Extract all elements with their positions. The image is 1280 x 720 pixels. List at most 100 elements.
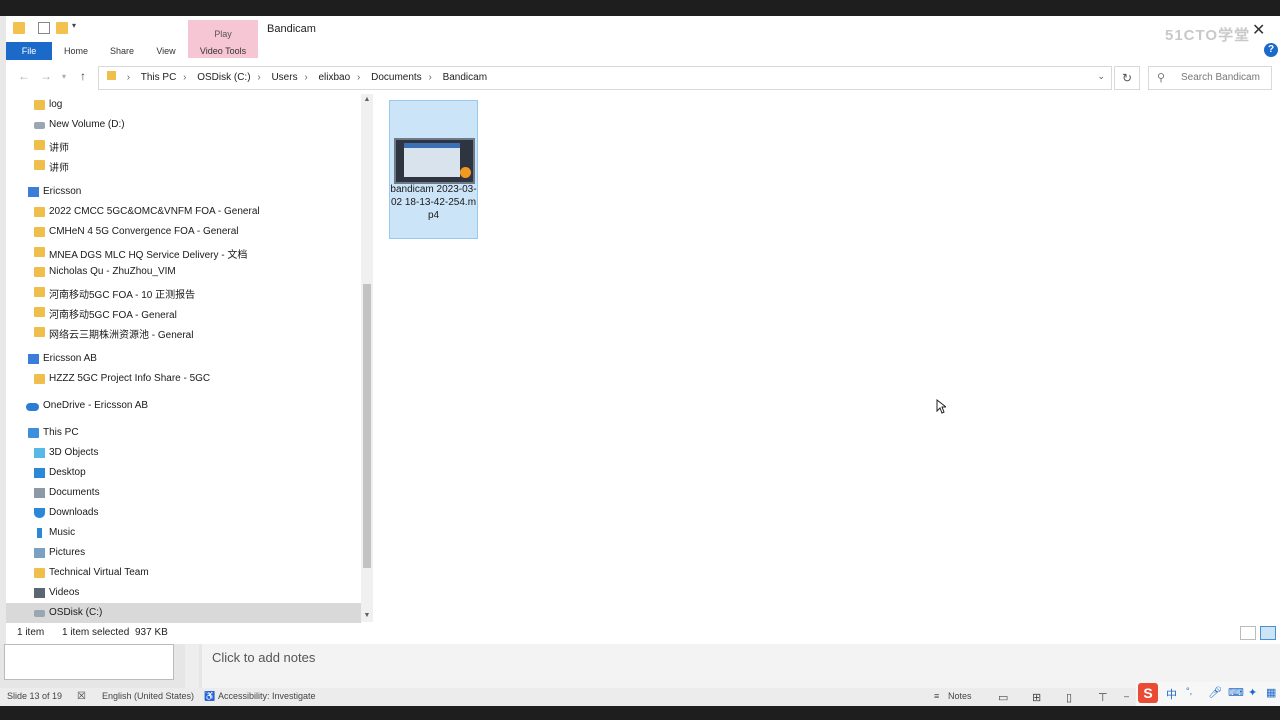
nav-item-videos[interactable]: Videos	[6, 583, 361, 603]
folder-icon	[34, 568, 45, 578]
scroll-down-icon[interactable]: ▼	[361, 610, 373, 622]
tab-file[interactable]: File	[6, 42, 52, 60]
customize-toolbar-icon[interactable]: ▾	[72, 21, 76, 30]
up-arrow-icon[interactable]: ↑	[80, 69, 86, 83]
slideshow-icon[interactable]: ⊤	[1098, 691, 1108, 704]
notes-input[interactable]: Click to add notes	[202, 644, 1280, 688]
nav-item-downloads[interactable]: Downloads	[6, 503, 361, 523]
normal-view-icon[interactable]: ▭	[998, 691, 1008, 704]
nav-item-cloud-pool[interactable]: 网络云三期株洲资源池 - General	[6, 322, 361, 342]
nav-item-lecturer-2[interactable]: 讲师	[6, 155, 361, 175]
address-bar[interactable]: › This PC › OSDisk (C:) › Users › elixba…	[98, 66, 1112, 90]
nav-item-henan-general[interactable]: 河南移动5GC FOA - General	[6, 302, 361, 322]
nav-item-mnea-dgs[interactable]: MNEA DGS MLC HQ Service Delivery - 文档	[6, 242, 361, 262]
videos-icon	[34, 588, 45, 598]
recent-locations-icon[interactable]: ▾	[62, 72, 66, 81]
close-icon[interactable]: ✕	[1252, 20, 1265, 40]
sogou-ime-icon[interactable]: S	[1138, 683, 1158, 703]
nav-item-label: OneDrive - Ericsson AB	[43, 400, 149, 411]
nav-item-technical-virtual-team[interactable]: Technical Virtual Team	[6, 563, 361, 583]
nav-item-cmcc-foa[interactable]: 2022 CMCC 5GC&OMC&VNFM FOA - General	[6, 202, 361, 222]
nav-item-log[interactable]: log	[6, 95, 361, 115]
nav-item-label: Downloads	[49, 507, 99, 518]
reading-view-icon[interactable]: ▯	[1066, 691, 1072, 704]
keyboard-icon[interactable]: ⌨	[1228, 686, 1244, 699]
nav-item-nicholas-qu[interactable]: Nicholas Qu - ZhuZhou_VIM	[6, 262, 361, 282]
tab-share[interactable]: Share	[102, 42, 142, 60]
breadcrumb-users[interactable]: Users	[271, 72, 297, 83]
breadcrumb-documents[interactable]: Documents	[371, 72, 422, 83]
slide-sorter-icon[interactable]: ⊞	[1032, 691, 1041, 704]
folder-icon	[13, 22, 25, 34]
chevron-down-icon[interactable]: ⌄	[1097, 71, 1105, 82]
nav-item-this-pc[interactable]: This PC	[6, 423, 361, 443]
nav-item-music[interactable]: Music	[6, 523, 361, 543]
accessibility-icon: ♿	[204, 691, 216, 701]
nav-item-label: Ericsson	[43, 186, 82, 197]
breadcrumb-elixbao[interactable]: elixbao	[318, 72, 350, 83]
nav-item-henan-report[interactable]: 河南移动5GC FOA - 10 正测报告	[6, 282, 361, 302]
thumbnail-scrollbar[interactable]	[185, 644, 199, 688]
nav-item-label: Videos	[49, 587, 80, 598]
tab-home[interactable]: Home	[56, 42, 96, 60]
spell-check-icon[interactable]: ☒	[77, 691, 86, 702]
tab-view[interactable]: View	[146, 42, 186, 60]
file-item[interactable]: bandicam 2023-03-02 18-13-42-254.mp4	[389, 100, 478, 239]
nav-item-label: Pictures	[49, 547, 86, 558]
breadcrumb-bandicam[interactable]: Bandicam	[443, 72, 487, 83]
music-icon	[37, 528, 42, 538]
nav-item-osdisk[interactable]: OSDisk (C:)	[6, 603, 361, 623]
slide-info: Slide 13 of 19	[7, 691, 63, 701]
breadcrumb-this-pc[interactable]: This PC	[141, 72, 177, 83]
nav-item-hzzz-5gc[interactable]: HZZZ 5GC Project Info Share - 5GC	[6, 369, 361, 389]
scrollbar-thumb[interactable]	[363, 284, 371, 568]
slide-thumbnail[interactable]	[4, 644, 174, 680]
zoom-out-icon[interactable]: –	[1124, 691, 1129, 701]
desktop-icon	[34, 468, 45, 478]
nav-item-label: Ericsson AB	[43, 353, 97, 364]
folder-icon	[34, 374, 45, 384]
cloud-icon	[26, 403, 39, 411]
folder-icon	[34, 140, 45, 150]
details-view-icon[interactable]	[1240, 626, 1256, 640]
breadcrumb-osdisk[interactable]: OSDisk (C:)	[197, 72, 250, 83]
folder-icon	[34, 307, 45, 317]
search-input[interactable]: ⚲ Search Bandicam	[1148, 66, 1272, 90]
tab-video-tools[interactable]: Video Tools	[192, 42, 254, 60]
nav-item-documents[interactable]: Documents	[6, 483, 361, 503]
notes-button[interactable]: Notes	[948, 691, 972, 701]
new-folder-icon[interactable]	[56, 22, 68, 34]
nav-item-label: 河南移动5GC FOA - 10 正测报告	[49, 290, 196, 301]
microphone-icon[interactable]: 🎤︎	[1208, 686, 1222, 699]
mouse-cursor-icon	[936, 399, 946, 414]
nav-item-ericsson[interactable]: Ericsson	[6, 182, 361, 202]
refresh-icon[interactable]: ↻	[1114, 66, 1140, 90]
toolbox-icon[interactable]: ▦	[1266, 686, 1276, 699]
scroll-up-icon[interactable]: ▲	[361, 94, 373, 106]
help-icon[interactable]: ?	[1264, 43, 1278, 57]
navigation-scrollbar[interactable]: ▲ ▼	[361, 94, 373, 622]
nav-item-pictures[interactable]: Pictures	[6, 543, 361, 563]
forward-arrow-icon[interactable]: →	[40, 69, 52, 83]
nav-item-desktop[interactable]: Desktop	[6, 463, 361, 483]
nav-item-ericsson-ab[interactable]: Ericsson AB	[6, 349, 361, 369]
accessibility-status[interactable]: Accessibility: Investigate	[218, 691, 316, 701]
chevron-right-icon: ›	[183, 72, 187, 83]
nav-item-lecturer[interactable]: 讲师	[6, 135, 361, 155]
properties-icon[interactable]	[38, 22, 50, 34]
skin-icon[interactable]: ✦	[1248, 686, 1257, 699]
nav-item-label: 3D Objects	[49, 447, 99, 458]
language-label[interactable]: English (United States)	[102, 691, 194, 701]
ime-mode-chinese[interactable]: 中	[1166, 686, 1177, 702]
back-arrow-icon[interactable]: ←	[18, 69, 30, 83]
organization-icon	[28, 187, 39, 197]
chevron-right-icon: ›	[356, 72, 361, 83]
nav-item-cmhen-foa[interactable]: CMHeN 4 5G Convergence FOA - General	[6, 222, 361, 242]
nav-item-3d-objects[interactable]: 3D Objects	[6, 443, 361, 463]
ime-punctuation[interactable]: °,	[1186, 686, 1192, 696]
large-icons-view-icon[interactable]	[1260, 626, 1276, 640]
nav-item-label: 河南移动5GC FOA - General	[49, 310, 177, 321]
nav-item-new-volume[interactable]: New Volume (D:)	[6, 115, 361, 135]
item-count: 1 item	[17, 627, 45, 638]
nav-item-onedrive[interactable]: OneDrive - Ericsson AB	[6, 396, 361, 416]
